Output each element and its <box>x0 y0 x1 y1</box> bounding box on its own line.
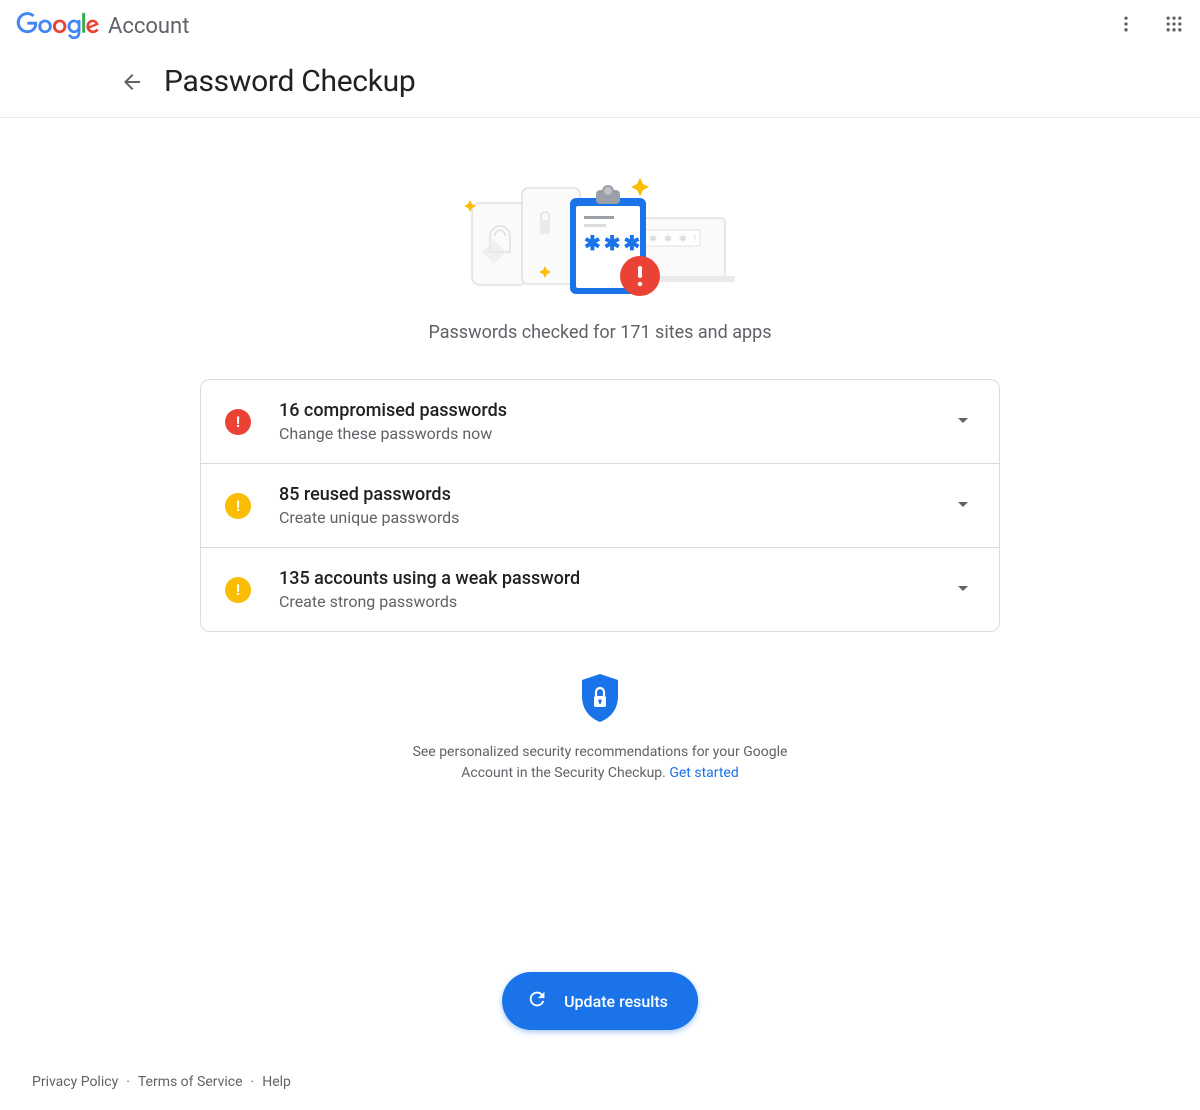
update-results-label: Update results <box>564 992 668 1011</box>
page-title: Password Checkup <box>164 64 415 99</box>
top-header: Account <box>0 0 1200 52</box>
card-compromised[interactable]: ! 16 compromised passwords Change these … <box>201 380 999 464</box>
card-title: 135 accounts using a weak password <box>279 568 951 589</box>
more-icon[interactable] <box>1116 14 1136 38</box>
card-reused[interactable]: ! 85 reused passwords Create unique pass… <box>201 464 999 548</box>
card-body: 85 reused passwords Create unique passwo… <box>279 484 951 527</box>
google-logo <box>16 12 100 40</box>
get-started-link[interactable]: Get started <box>669 765 738 781</box>
card-title: 85 reused passwords <box>279 484 951 505</box>
footer-privacy-link[interactable]: Privacy Policy <box>32 1074 118 1090</box>
results-list: ! 16 compromised passwords Change these … <box>200 379 1000 632</box>
google-logo-svg <box>16 12 100 40</box>
subheader: Password Checkup <box>0 52 1200 118</box>
alert-yellow-icon: ! <box>225 493 251 519</box>
recommendation-block: See personalized security recommendation… <box>400 672 800 784</box>
summary-text: Passwords checked for 171 sites and apps <box>428 322 771 343</box>
footer: Privacy Policy · Terms of Service · Help <box>0 1054 1200 1110</box>
apps-grid-icon[interactable] <box>1164 14 1184 38</box>
card-body: 16 compromised passwords Change these pa… <box>279 400 951 443</box>
back-arrow-icon[interactable] <box>120 70 144 94</box>
footer-separator: · <box>126 1074 130 1090</box>
chevron-down-icon <box>951 408 975 436</box>
footer-help-link[interactable]: Help <box>262 1074 291 1090</box>
svg-text:✱✱✱: ✱✱✱ <box>584 231 643 255</box>
card-body: 135 accounts using a weak password Creat… <box>279 568 951 611</box>
alert-red-icon: ! <box>225 409 251 435</box>
header-actions <box>1116 14 1184 38</box>
card-weak[interactable]: ! 135 accounts using a weak password Cre… <box>201 548 999 631</box>
chevron-down-icon <box>951 576 975 604</box>
card-subtitle: Create unique passwords <box>279 508 951 527</box>
chevron-down-icon <box>951 492 975 520</box>
footer-terms-link[interactable]: Terms of Service <box>138 1074 243 1090</box>
card-subtitle: Change these passwords now <box>279 424 951 443</box>
recommendation-text: See personalized security recommendation… <box>400 742 800 784</box>
main-content: ✱ ✱ ✱ ✱ ! ✱✱✱ Passwor <box>200 118 1000 904</box>
logo-group: Account <box>16 12 189 40</box>
refresh-icon <box>526 988 548 1014</box>
hero-illustration: ✱ ✱ ✱ ✱ ! ✱✱✱ <box>440 158 760 298</box>
shield-lock-icon <box>400 672 800 728</box>
footer-separator: · <box>251 1074 255 1090</box>
product-name: Account <box>108 14 189 39</box>
alert-yellow-icon: ! <box>225 577 251 603</box>
card-title: 16 compromised passwords <box>279 400 951 421</box>
update-results-button[interactable]: Update results <box>502 972 698 1030</box>
card-subtitle: Create strong passwords <box>279 592 951 611</box>
